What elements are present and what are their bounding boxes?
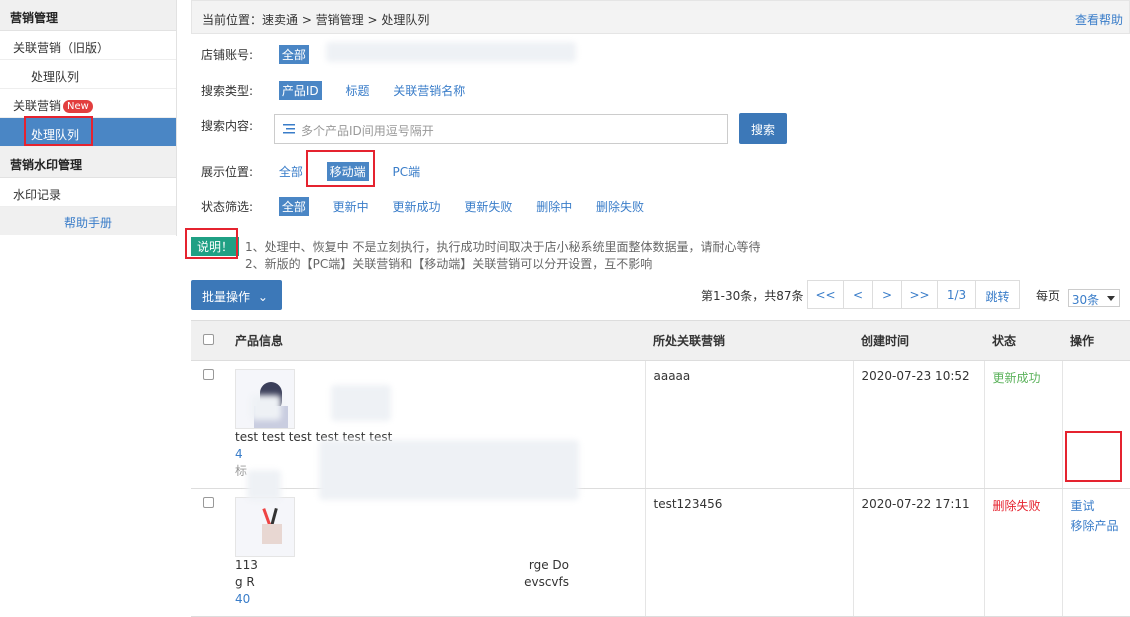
table-row: 113 rge Do g R evscvfs 40 test123456 202…	[191, 488, 1130, 617]
remove-product-link[interactable]: 移除产品	[1071, 517, 1123, 534]
table-header-row: 产品信息 所处关联营销 创建时间 状态 操作	[191, 320, 1130, 361]
display-all-option[interactable]: 全部	[279, 163, 303, 180]
created-time: 2020-07-23 10:52	[853, 360, 985, 489]
breadcrumb: 当前位置：速卖通 > 营销管理 > 处理队列 查看帮助	[191, 0, 1130, 34]
header-status: 状态	[984, 320, 1062, 361]
sidebar-help-link[interactable]: 帮助手册	[0, 207, 176, 235]
view-help-link[interactable]: 查看帮助	[1075, 11, 1123, 28]
note-line-2: 2、新版的【PC端】关联营销和【移动端】关联营销可以分开设置，互不影响	[245, 257, 653, 271]
store-all-option[interactable]: 全部	[278, 45, 309, 64]
pagination-summary: 第1-30条，共87条	[701, 289, 804, 303]
note-tag: 说明！	[191, 237, 240, 256]
new-badge: New	[63, 100, 93, 113]
status-filter-label: 状态筛选:	[201, 200, 254, 214]
status-filter-row: 状态筛选: 全部 更新中 更新成功 更新失败 删除中 删除失败	[201, 197, 664, 216]
caret-down-icon	[1106, 296, 1115, 301]
sidebar-item-new-marketing[interactable]: 关联营销 New	[0, 89, 176, 118]
search-placeholder: 多个产品ID间用逗号隔开	[301, 124, 434, 138]
search-button[interactable]: 搜索	[739, 113, 787, 144]
page-indicator: 1/3	[938, 281, 976, 308]
batch-actions-label: 批量操作	[202, 290, 251, 304]
status-all-option[interactable]: 全部	[278, 197, 309, 216]
header-created-time: 创建时间	[853, 320, 984, 361]
product-info: 113 rge Do g R evscvfs 40	[235, 557, 569, 608]
header-campaign: 所处关联营销	[645, 320, 853, 361]
display-mobile-option[interactable]: 移动端	[326, 162, 369, 181]
search-type-title[interactable]: 标题	[345, 82, 369, 99]
sidebar-item-legacy-marketing[interactable]: 关联营销（旧版）	[0, 31, 176, 60]
thumbnail-redacted	[251, 395, 281, 420]
search-type-label: 搜索类型:	[201, 84, 254, 98]
per-page-select[interactable]: 30条	[1067, 289, 1120, 307]
main-content: 当前位置：速卖通 > 营销管理 > 处理队列 查看帮助 店铺账号: 全部 搜索类…	[185, 0, 1130, 617]
search-type-row: 搜索类型: 产品ID 标题 关联营销名称	[201, 81, 485, 100]
pagination: << < > >> 1/3 跳转	[807, 280, 1020, 309]
status-update-failed-option[interactable]: 更新失败	[464, 198, 512, 215]
sidebar-item-new-label: 关联营销	[13, 99, 62, 113]
store-accounts-redacted	[326, 42, 576, 62]
per-page-label: 每页	[1036, 289, 1061, 303]
created-time: 2020-07-22 17:11	[853, 488, 985, 617]
chevron-down-icon: ⌄	[257, 290, 268, 304]
product-info-redacted	[331, 385, 391, 421]
status-deleting-option[interactable]: 删除中	[536, 198, 572, 215]
campaign-name: aaaaa	[645, 360, 854, 489]
header-actions: 操作	[1062, 320, 1130, 361]
row-checkbox[interactable]	[203, 497, 214, 508]
thumbnail-redacted	[247, 470, 281, 500]
sidebar: 营销管理 关联营销（旧版） 处理队列 关联营销 New 处理队列 营销水印管理 水…	[0, 0, 177, 236]
batch-actions-button[interactable]: 批量操作 ⌄	[191, 280, 282, 310]
actions-cell	[1062, 360, 1130, 489]
header-product-info: 产品信息	[227, 320, 645, 361]
display-pc-option[interactable]: PC端	[393, 163, 421, 180]
store-label: 店铺账号:	[201, 48, 254, 62]
page-next-button[interactable]: >	[873, 281, 902, 308]
store-filter-row: 店铺账号: 全部	[201, 45, 329, 64]
sidebar-item-watermark-records[interactable]: 水印记录	[0, 178, 176, 207]
search-content-label: 搜索内容:	[201, 119, 254, 133]
product-title-line2-end: evscvfs	[524, 575, 569, 589]
status-text: 更新成功	[984, 360, 1063, 489]
sidebar-section-watermark: 营销水印管理	[0, 147, 176, 178]
sidebar-item-legacy-queue[interactable]: 处理队列	[0, 60, 176, 89]
product-title-start: 113	[235, 558, 258, 572]
display-position-label: 展示位置:	[201, 165, 254, 179]
status-delete-failed-option[interactable]: 删除失败	[596, 198, 644, 215]
list-icon	[283, 124, 295, 134]
per-page-value: 30条	[1071, 293, 1100, 307]
product-id-link[interactable]: 40	[235, 591, 565, 608]
page-first-button[interactable]: <<	[808, 281, 844, 308]
search-type-campaign-name[interactable]: 关联营销名称	[393, 82, 465, 99]
product-title-end: rge Do	[528, 558, 569, 572]
page-prev-button[interactable]: <	[844, 281, 873, 308]
actions-cell: 重试 移除产品	[1062, 488, 1130, 617]
sidebar-item-new-queue[interactable]: 处理队列	[0, 118, 176, 147]
status-update-success-option[interactable]: 更新成功	[393, 198, 441, 215]
breadcrumb-text: 当前位置：速卖通 > 营销管理 > 处理队列	[202, 13, 430, 27]
display-position-row: 展示位置: 全部 移动端 PC端	[201, 162, 440, 181]
page-jump-button[interactable]: 跳转	[976, 281, 1019, 308]
status-updating-option[interactable]: 更新中	[333, 198, 369, 215]
search-input[interactable]: 多个产品ID间用逗号隔开	[274, 114, 728, 144]
campaign-name: test123456	[645, 488, 854, 617]
search-type-product-id[interactable]: 产品ID	[278, 81, 322, 100]
product-info-redacted	[319, 440, 579, 500]
select-all-checkbox[interactable]	[203, 333, 214, 345]
product-title-line2-start: g R	[235, 575, 255, 589]
row-checkbox[interactable]	[203, 369, 214, 380]
sidebar-section-marketing: 营销管理	[0, 0, 176, 31]
product-thumbnail	[235, 497, 295, 557]
retry-link[interactable]: 重试	[1071, 497, 1123, 514]
note-line-1: 1、处理中、恢复中 不是立刻执行，执行成功时间取决于店小秘系统里面整体数据量，请…	[245, 240, 761, 254]
status-text: 删除失败	[984, 488, 1063, 617]
page-last-button[interactable]: >>	[902, 281, 938, 308]
per-page: 每页 30条	[1036, 287, 1120, 307]
